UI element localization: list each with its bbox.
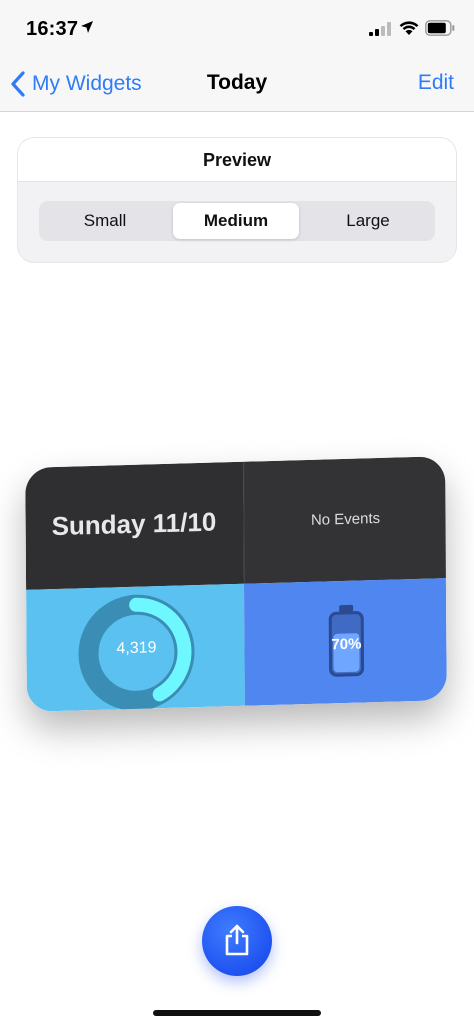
location-arrow-icon xyxy=(81,21,93,33)
events-label: No Events xyxy=(310,509,381,529)
steps-tile: 4,319 xyxy=(26,583,245,712)
date-label: Sunday 11/10 xyxy=(51,506,217,542)
battery-tile: 70% xyxy=(243,578,447,706)
widget-preview: Sunday 11/10 No Events 4,319 70% xyxy=(25,456,447,712)
home-indicator xyxy=(153,1010,321,1016)
size-segmented-control: Small Medium Large xyxy=(39,201,435,241)
segment-large[interactable]: Large xyxy=(303,203,433,239)
preview-title: Preview xyxy=(202,150,272,170)
edit-button[interactable]: Edit xyxy=(418,71,454,95)
preview-card: Preview Small Medium Large xyxy=(18,138,456,262)
status-time: 16:37 xyxy=(26,18,79,40)
date-tile: Sunday 11/10 xyxy=(25,461,244,590)
segment-medium[interactable]: Medium xyxy=(173,203,299,239)
share-icon xyxy=(225,924,249,956)
status-bar: 16:37 xyxy=(0,0,474,56)
segment-small[interactable]: Small xyxy=(41,203,169,239)
battery-percent: 70% xyxy=(331,635,362,654)
steps-count: 4,319 xyxy=(116,639,157,658)
share-button[interactable] xyxy=(202,906,272,976)
events-tile: No Events xyxy=(243,456,447,584)
navigation-bar: My Widgets Today Edit xyxy=(0,56,474,112)
cellular-signal-icon xyxy=(369,22,391,36)
screen: 16:37 My Widgets Today Edit Preview Smal… xyxy=(0,0,474,1026)
page-title: Today xyxy=(206,71,268,94)
wifi-icon xyxy=(399,21,419,35)
battery-icon xyxy=(425,20,455,36)
preview-header: Preview xyxy=(18,138,456,182)
